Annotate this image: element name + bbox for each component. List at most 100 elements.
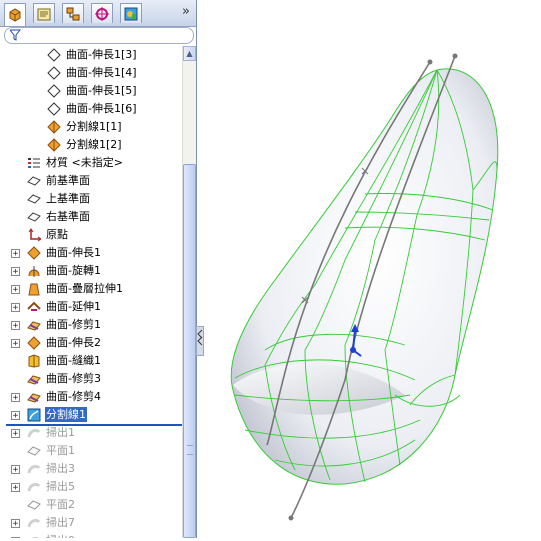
feature-tree-item-label: 分割線1: [45, 407, 87, 422]
surface-knit-icon: [26, 353, 42, 369]
tree-scrollbar[interactable]: ▲: [182, 46, 196, 538]
feature-tree-item[interactable]: + 曲面-修剪4: [0, 388, 182, 406]
surface-extrude-icon: [26, 335, 42, 351]
feature-manager-panel: » 曲面-伸長1[3] 曲面-伸長1[4] 曲面-伸長1[5] 曲面-伸長1[6] 分割…: [0, 0, 197, 538]
feature-tree-item[interactable]: 曲面-伸長1[6]: [0, 100, 182, 118]
split-line-body-icon: [46, 137, 62, 153]
feature-tree-item[interactable]: 上基準面: [0, 190, 182, 208]
feature-tree-item-label: 曲面-旋轉1: [46, 264, 101, 277]
graphics-viewport[interactable]: [205, 0, 541, 538]
feature-tree-item[interactable]: 分割線1[2]: [0, 136, 182, 154]
scrollbar-thumb[interactable]: [183, 164, 196, 538]
expand-toggle-icon[interactable]: +: [11, 483, 20, 493]
sweep-icon: [26, 479, 42, 495]
surface-body-icon: [46, 83, 62, 99]
panel-collapse-handle[interactable]: [196, 326, 204, 356]
feature-tree-item[interactable]: + 掃出1: [0, 424, 182, 442]
display-manager-icon: [124, 7, 138, 20]
feature-tree-item-label: 上基準面: [46, 192, 90, 205]
feature-tree-item-label: 材質 <未指定>: [46, 156, 123, 169]
expand-toggle-icon[interactable]: +: [11, 465, 20, 475]
feature-tree-item[interactable]: 曲面-伸長1[4]: [0, 64, 182, 82]
property-manager-icon: [37, 8, 51, 20]
feature-tree-item[interactable]: + 曲面-伸長2: [0, 334, 182, 352]
feature-tree-item[interactable]: 曲面-伸長1[3]: [0, 46, 182, 64]
feature-tree-item-label: 掃出3: [46, 462, 75, 475]
feature-tree-item-label: 曲面-伸長2: [46, 336, 101, 349]
surface-extrude-icon: [26, 245, 42, 261]
feature-tree-item-label: 曲面-伸長1[3]: [66, 48, 137, 61]
property-manager-tab[interactable]: [33, 3, 55, 23]
material-icon: [26, 155, 42, 171]
expand-toggle-icon[interactable]: +: [11, 393, 20, 403]
expand-toggle-icon[interactable]: +: [11, 411, 20, 421]
configuration-manager-icon: [66, 7, 80, 20]
more-tabs-chevron-icon[interactable]: »: [182, 4, 190, 19]
feature-tree-item-label: 曲面-伸長1[4]: [66, 66, 137, 79]
feature-tree-item[interactable]: 前基準面: [0, 172, 182, 190]
filter-icon: [10, 29, 21, 41]
feature-tree-item-label: 平面1: [46, 444, 75, 457]
surface-body-icon: [46, 101, 62, 117]
surface-revolve-icon: [26, 263, 42, 279]
plane-icon: [26, 173, 42, 189]
feature-tree-item-label: 曲面-縫織1: [46, 354, 101, 367]
surface-trim-icon: [26, 371, 42, 387]
feature-tree-item-label: 曲面-伸長1[5]: [66, 84, 137, 97]
feature-tree-item[interactable]: 曲面-縫織1: [0, 352, 182, 370]
feature-tree-item[interactable]: + 曲面-旋轉1: [0, 262, 182, 280]
expand-toggle-icon[interactable]: +: [11, 339, 20, 349]
surface-trim-icon: [26, 389, 42, 405]
feature-tree-item[interactable]: 曲面-修剪3: [0, 370, 182, 388]
sweep-icon: [26, 425, 42, 441]
surface-extend-icon: [26, 299, 42, 315]
feature-tree-item-label: 分割線1[1]: [66, 120, 122, 133]
feature-manager-tab[interactable]: [4, 3, 26, 26]
plane-icon: [26, 443, 42, 459]
feature-tree-item-label: 分割線1[2]: [66, 138, 122, 151]
feature-tree-item[interactable]: 分割線1[1]: [0, 118, 182, 136]
sweep-icon: [26, 515, 42, 531]
feature-tree-item[interactable]: + 曲面-伸長1: [0, 244, 182, 262]
dimxpert-tab[interactable]: [91, 3, 113, 23]
collapse-arrow-icon: [197, 329, 203, 346]
feature-tree-item[interactable]: 平面1: [0, 442, 182, 460]
feature-tree-item-label: 前基準面: [46, 174, 90, 187]
model-view: [230, 53, 499, 521]
expand-toggle-icon[interactable]: +: [11, 429, 20, 439]
rollback-bar[interactable]: [6, 424, 182, 426]
feature-tree-item[interactable]: + 掃出3: [0, 460, 182, 478]
display-manager-tab[interactable]: [120, 3, 142, 23]
scrollbar-grip-icon: [187, 445, 193, 455]
sweep-icon: [26, 533, 42, 538]
feature-tree-item-label: 曲面-延伸1: [46, 300, 101, 313]
feature-tree-item[interactable]: +掃出9: [0, 532, 182, 538]
configuration-manager-tab[interactable]: [62, 3, 84, 23]
expand-toggle-icon[interactable]: +: [11, 249, 20, 259]
feature-tree-item[interactable]: 曲面-伸長1[5]: [0, 82, 182, 100]
feature-tree-item-label: 原點: [46, 228, 68, 241]
feature-tree-item[interactable]: + 掃出7: [0, 514, 182, 532]
feature-tree-item[interactable]: 材質 <未指定>: [0, 154, 182, 172]
expand-toggle-icon[interactable]: +: [11, 267, 20, 277]
surface-body[interactable]: [230, 68, 499, 485]
feature-tree-item[interactable]: + 掃出5: [0, 478, 182, 496]
expand-toggle-icon[interactable]: +: [11, 321, 20, 331]
expand-toggle-icon[interactable]: +: [11, 303, 20, 313]
feature-tree-item-label: 曲面-修剪4: [46, 390, 101, 403]
expand-toggle-icon[interactable]: +: [11, 285, 20, 295]
surface-trim-icon: [26, 317, 42, 333]
feature-tree-item[interactable]: + 分割線1: [0, 406, 182, 424]
feature-tree-item[interactable]: + 曲面-延伸1: [0, 298, 182, 316]
tree-filter-input[interactable]: [4, 27, 194, 44]
scroll-up-arrow-icon[interactable]: ▲: [183, 46, 196, 61]
surface-loft-icon: [26, 281, 42, 297]
surface-body-icon: [46, 47, 62, 63]
feature-tree-item[interactable]: 平面2: [0, 496, 182, 514]
feature-tree-item-label: 平面2: [46, 498, 75, 511]
expand-toggle-icon[interactable]: +: [11, 519, 20, 529]
feature-tree-item[interactable]: + 曲面-修剪1: [0, 316, 182, 334]
feature-tree-item[interactable]: 右基準面: [0, 208, 182, 226]
feature-tree-item[interactable]: 原點: [0, 226, 182, 244]
feature-tree-item[interactable]: + 曲面-疊層拉伸1: [0, 280, 182, 298]
